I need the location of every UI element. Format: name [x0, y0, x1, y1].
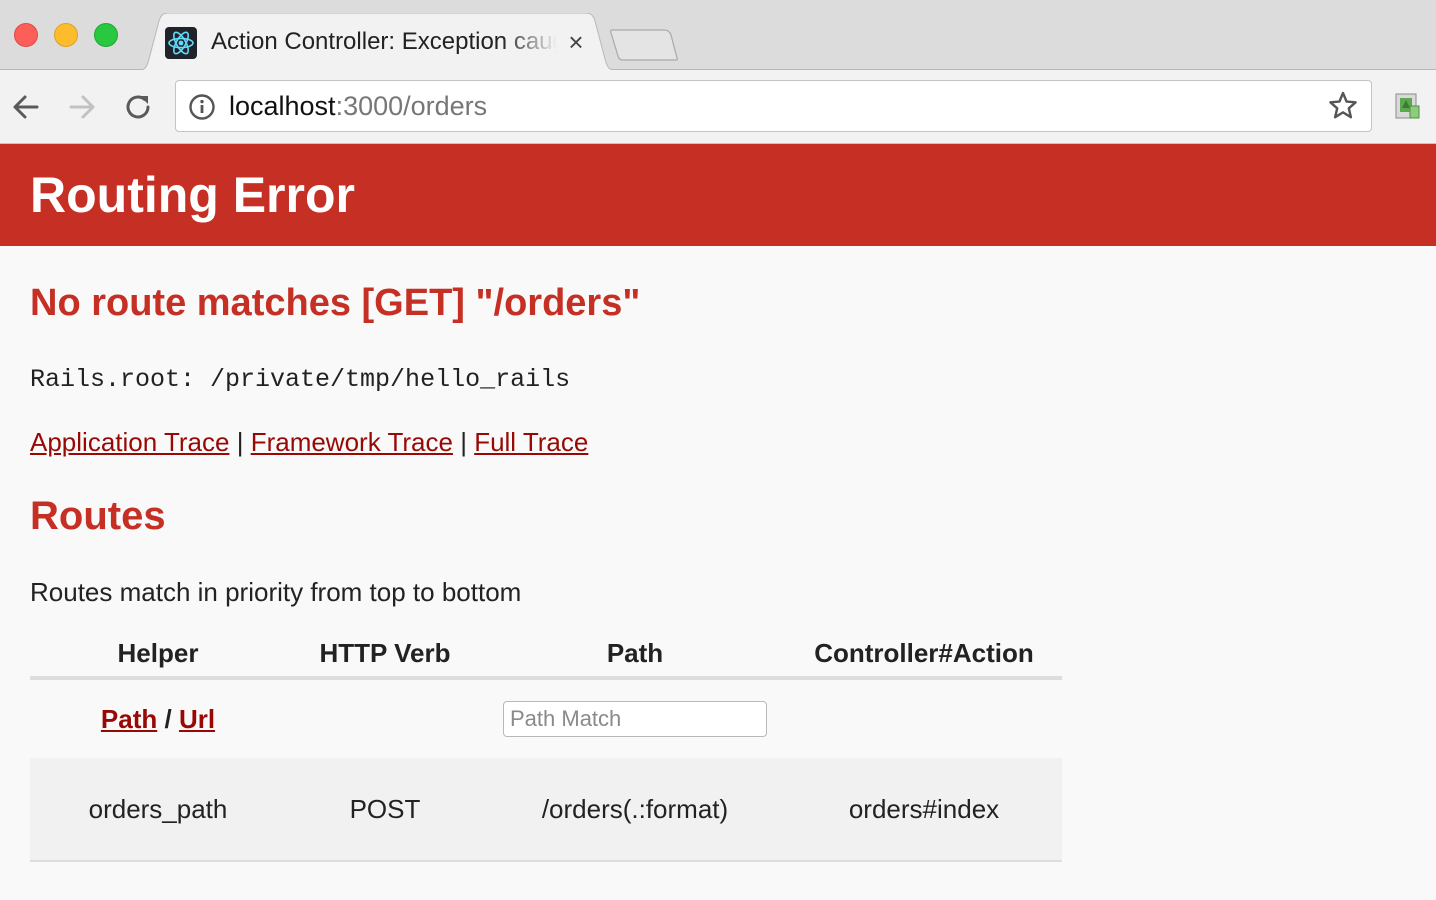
browser-tab-strip: Action Controller: Exception caught ×	[0, 0, 1436, 71]
full-trace-link[interactable]: Full Trace	[474, 427, 588, 457]
application-trace-link[interactable]: Application Trace	[30, 427, 229, 457]
route-helper: orders_path	[30, 758, 286, 862]
trace-separator: |	[236, 427, 244, 457]
column-header-path: Path	[484, 630, 786, 680]
arrow-right-icon[interactable]	[64, 89, 100, 125]
rails-root: Rails.root: /private/tmp/hello_rails	[30, 365, 571, 394]
path-search-cell	[484, 678, 786, 758]
address-bar[interactable]: localhost:3000/orders	[175, 80, 1372, 132]
empty-cell	[786, 678, 1062, 758]
exception-message: No route matches [GET] "/orders"	[30, 282, 641, 324]
maximize-window-button[interactable]	[94, 23, 118, 47]
tab-close-icon[interactable]: ×	[563, 29, 589, 55]
url-path: :3000/orders	[335, 91, 488, 121]
browser-toolbar: localhost:3000/orders	[0, 70, 1436, 144]
error-header: Routing Error	[0, 144, 1436, 246]
info-icon[interactable]	[188, 93, 216, 121]
route-filter-row: Path / Url	[30, 678, 1062, 758]
route-verb: POST	[286, 758, 484, 862]
new-tab-button[interactable]	[610, 28, 680, 62]
close-window-button[interactable]	[14, 23, 38, 47]
page-title: Routing Error	[30, 167, 355, 223]
trace-separator: |	[460, 427, 467, 457]
column-header-helper: Helper	[30, 630, 286, 680]
column-header-http-verb: HTTP Verb	[286, 630, 484, 680]
react-atom-icon	[165, 27, 197, 59]
routes-heading: Routes	[30, 494, 166, 538]
helper-toggle-separator: /	[164, 703, 172, 734]
trace-links: Application Trace | Framework Trace | Fu…	[30, 425, 588, 459]
route-action: orders#index	[786, 758, 1062, 862]
reload-icon[interactable]	[120, 89, 156, 125]
star-icon[interactable]	[1327, 90, 1359, 122]
route-path: /orders(.:format)	[484, 758, 786, 862]
extension-icon[interactable]	[1392, 90, 1422, 122]
routes-description: Routes match in priority from top to bot…	[30, 577, 522, 607]
helper-path-link[interactable]: Path	[101, 704, 157, 734]
path-match-input[interactable]	[503, 701, 767, 737]
table-row: orders_path POST /orders(.:format) order…	[30, 758, 1062, 862]
url-host: localhost	[229, 91, 336, 121]
arrow-left-icon[interactable]	[8, 89, 44, 125]
minimize-window-button[interactable]	[54, 23, 78, 47]
routes-table: Helper HTTP Verb Path Controller#Action …	[30, 630, 1062, 862]
url-text[interactable]: localhost:3000/orders	[229, 81, 487, 131]
column-header-controller-action: Controller#Action	[786, 630, 1062, 680]
empty-cell	[286, 678, 484, 758]
browser-tab-active[interactable]: Action Controller: Exception caught ×	[135, 13, 619, 71]
helper-url-link[interactable]: Url	[179, 704, 215, 734]
helper-toggle: Path / Url	[101, 704, 215, 734]
helper-toggle-cell: Path / Url	[30, 678, 286, 758]
tab-title: Action Controller: Exception caught	[211, 28, 557, 55]
framework-trace-link[interactable]: Framework Trace	[251, 427, 453, 457]
